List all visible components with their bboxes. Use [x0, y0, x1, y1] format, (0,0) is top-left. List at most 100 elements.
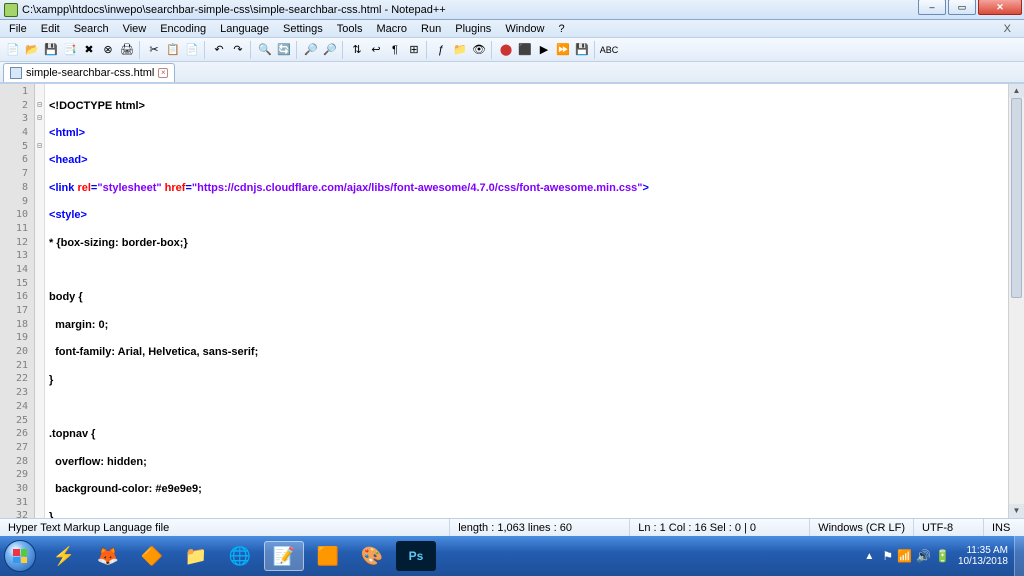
taskbar-photoshop-icon[interactable]: Ps: [396, 541, 436, 571]
tray-network-icon[interactable]: 📶: [897, 549, 912, 563]
fold-icon[interactable]: ⊟: [35, 113, 44, 127]
taskbar-explorer-icon[interactable]: 📁: [176, 541, 216, 571]
menu-plugins[interactable]: Plugins: [448, 22, 498, 36]
status-length: length : 1,063 lines : 60: [450, 519, 630, 536]
menu-run[interactable]: Run: [414, 22, 448, 36]
save-macro-icon[interactable]: 💾: [573, 41, 591, 59]
code-area[interactable]: <!DOCTYPE html> <html> <head> <link rel=…: [45, 84, 1008, 518]
save-icon[interactable]: 💾: [42, 41, 60, 59]
menu-bar: File Edit Search View Encoding Language …: [0, 20, 1024, 38]
menu-encoding[interactable]: Encoding: [153, 22, 213, 36]
tray-expand-icon[interactable]: ▲: [864, 551, 874, 562]
new-file-icon[interactable]: 📄: [4, 41, 22, 59]
window-controls: – ▭ ✕: [918, 0, 1022, 15]
show-chars-icon[interactable]: ¶: [386, 41, 404, 59]
toolbar-separator: [594, 41, 597, 59]
zoom-in-icon[interactable]: 🔎: [302, 41, 320, 59]
title-bar: C:\xampp\htdocs\inwepo\searchbar-simple-…: [0, 0, 1024, 20]
folder-icon[interactable]: 📁: [451, 41, 469, 59]
function-list-icon[interactable]: ƒ: [432, 41, 450, 59]
close-all-icon[interactable]: ⊗: [99, 41, 117, 59]
close-button[interactable]: ✕: [978, 0, 1022, 15]
menu-macro[interactable]: Macro: [369, 22, 414, 36]
fold-icon[interactable]: ⊟: [35, 100, 44, 114]
toolbar-separator: [426, 41, 429, 59]
status-filetype: Hyper Text Markup Language file: [0, 519, 450, 536]
toolbar-separator: [342, 41, 345, 59]
file-icon: [10, 67, 22, 79]
menu-edit[interactable]: Edit: [34, 22, 67, 36]
status-bar: Hyper Text Markup Language file length :…: [0, 518, 1024, 536]
open-file-icon[interactable]: 📂: [23, 41, 41, 59]
toolbar-separator: [139, 41, 142, 59]
replace-icon[interactable]: 🔄: [275, 41, 293, 59]
line-numbers: 1234567891011121314151617181920212223242…: [0, 84, 35, 518]
editor: 1234567891011121314151617181920212223242…: [0, 83, 1024, 518]
paste-icon[interactable]: 📄: [183, 41, 201, 59]
redo-icon[interactable]: ↷: [229, 41, 247, 59]
menu-tools[interactable]: Tools: [330, 22, 370, 36]
show-desktop-button[interactable]: [1014, 536, 1024, 576]
find-icon[interactable]: 🔍: [256, 41, 274, 59]
menu-help[interactable]: ?: [551, 22, 571, 36]
tray-action-center-icon[interactable]: ⚑: [882, 549, 893, 563]
system-tray: ▲ ⚑ 📶 🔊 🔋 11:35 AM 10/13/2018: [864, 545, 1014, 567]
taskbar-winamp-icon[interactable]: ⚡: [44, 541, 84, 571]
status-insert: INS: [984, 519, 1024, 536]
print-icon[interactable]: 🖨: [118, 41, 136, 59]
zoom-out-icon[interactable]: 🔎: [321, 41, 339, 59]
tray-volume-icon[interactable]: 🔊: [916, 549, 931, 563]
wrap-icon[interactable]: ↩: [367, 41, 385, 59]
tab-bar: simple-searchbar-css.html ×: [0, 62, 1024, 83]
record-macro-icon[interactable]: ⬤: [497, 41, 515, 59]
menu-view[interactable]: View: [116, 22, 154, 36]
stop-macro-icon[interactable]: ⬛: [516, 41, 534, 59]
clock-time: 11:35 AM: [958, 545, 1008, 556]
maximize-button[interactable]: ▭: [948, 0, 976, 15]
monitor-icon[interactable]: 👁: [470, 41, 488, 59]
taskbar-firefox-icon[interactable]: 🦊: [88, 541, 128, 571]
status-position: Ln : 1 Col : 16 Sel : 0 | 0: [630, 519, 810, 536]
toolbar-separator: [204, 41, 207, 59]
spellcheck-icon[interactable]: ABC: [600, 41, 618, 59]
save-all-icon[interactable]: 📑: [61, 41, 79, 59]
close-file-icon[interactable]: ✖: [80, 41, 98, 59]
scroll-down-icon[interactable]: ▼: [1009, 504, 1024, 518]
start-button[interactable]: [0, 536, 40, 576]
taskbar-paint-icon[interactable]: 🎨: [352, 541, 392, 571]
app-icon: [4, 3, 18, 17]
status-eol: Windows (CR LF): [810, 519, 914, 536]
vertical-scrollbar[interactable]: ▲ ▼: [1008, 84, 1024, 518]
clock[interactable]: 11:35 AM 10/13/2018: [958, 545, 1008, 567]
indent-guide-icon[interactable]: ⊞: [405, 41, 423, 59]
cut-icon[interactable]: ✂: [145, 41, 163, 59]
minimize-button[interactable]: –: [918, 0, 946, 15]
menu-settings[interactable]: Settings: [276, 22, 330, 36]
sync-scroll-icon[interactable]: ⇅: [348, 41, 366, 59]
tray-battery-icon[interactable]: 🔋: [935, 549, 950, 563]
toolbar-separator: [491, 41, 494, 59]
taskbar-vlc-icon[interactable]: 🔶: [132, 541, 172, 571]
copy-icon[interactable]: 📋: [164, 41, 182, 59]
menu-window[interactable]: Window: [498, 22, 551, 36]
taskbar-xampp-icon[interactable]: 🟧: [308, 541, 348, 571]
toolbar-separator: [250, 41, 253, 59]
taskbar-chrome-icon[interactable]: 🌐: [220, 541, 260, 571]
file-tab[interactable]: simple-searchbar-css.html ×: [3, 63, 175, 82]
status-encoding: UTF-8: [914, 519, 984, 536]
play-multi-icon[interactable]: ⏩: [554, 41, 572, 59]
tab-label: simple-searchbar-css.html: [26, 67, 154, 79]
scroll-thumb[interactable]: [1011, 98, 1022, 298]
scroll-up-icon[interactable]: ▲: [1009, 84, 1024, 98]
play-macro-icon[interactable]: ▶: [535, 41, 553, 59]
fold-icon[interactable]: ⊟: [35, 141, 44, 155]
menu-search[interactable]: Search: [67, 22, 116, 36]
menu-language[interactable]: Language: [213, 22, 276, 36]
menu-overflow-icon[interactable]: X: [997, 22, 1018, 36]
undo-icon[interactable]: ↶: [210, 41, 228, 59]
toolbar-separator: [296, 41, 299, 59]
menu-file[interactable]: File: [2, 22, 34, 36]
window-title: C:\xampp\htdocs\inwepo\searchbar-simple-…: [22, 4, 446, 16]
taskbar-notepadpp-icon[interactable]: 📝: [264, 541, 304, 571]
tab-close-icon[interactable]: ×: [158, 68, 168, 78]
